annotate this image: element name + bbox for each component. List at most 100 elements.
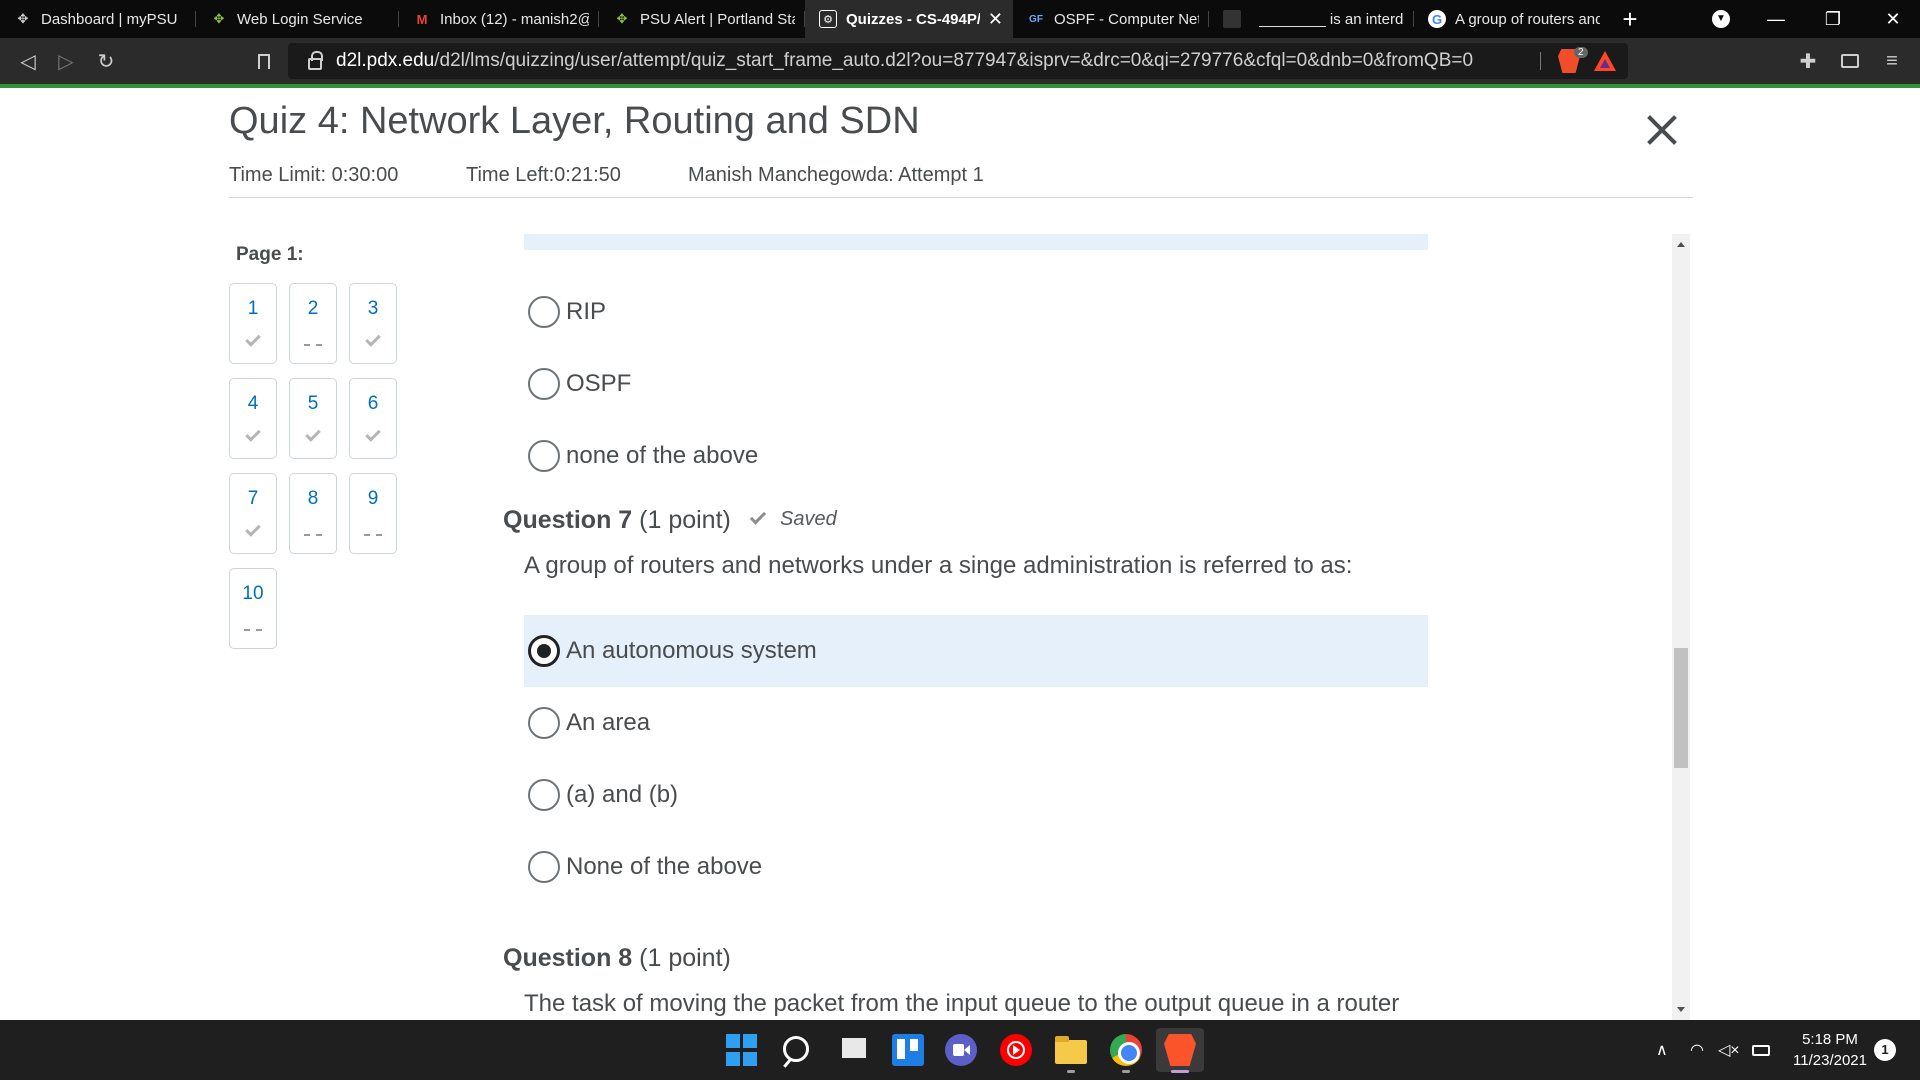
answered-check-icon: [365, 426, 381, 442]
q7-option-4[interactable]: None of the above: [524, 831, 1428, 903]
saved-status: Saved: [749, 508, 837, 531]
restore-icon[interactable]: ❐: [1806, 0, 1860, 38]
quiz-info-bar: Time Limit: 0:30:00 Time Left:0:21:50 Ma…: [229, 164, 1693, 198]
radio-button[interactable]: [528, 707, 560, 739]
psu-logo-icon: ✥: [213, 11, 225, 26]
wallet-icon[interactable]: [1832, 38, 1868, 84]
file-explorer-icon[interactable]: [1055, 1034, 1087, 1066]
lock-icon: [308, 51, 323, 70]
question-nav-1[interactable]: 1: [229, 283, 277, 364]
address-bar[interactable]: d2l.pdx.edu/d2l/lms/quizzing/user/attemp…: [288, 43, 1628, 79]
gmail-icon: M: [416, 11, 428, 27]
option-label: None of the above: [566, 853, 763, 880]
question-number: 2: [307, 298, 319, 319]
tab-quizzes[interactable]: ⚙ Quizzes - CS-494P/ ✕: [805, 0, 1013, 38]
vertical-scrollbar[interactable]: [1672, 234, 1690, 1020]
scroll-up-arrow-icon[interactable]: [1677, 242, 1685, 247]
option-label: none of the above: [566, 442, 759, 469]
option-label: An area: [566, 709, 651, 736]
question-nav-5[interactable]: 5: [289, 378, 337, 459]
tab-web-login-service[interactable]: ✥ Web Login Service: [196, 0, 399, 38]
tab-title: Web Login Service: [237, 10, 363, 28]
radio-button[interactable]: [528, 368, 560, 400]
site-icon: GF: [1029, 13, 1043, 25]
question-nav-4[interactable]: 4: [229, 378, 277, 459]
wifi-icon[interactable]: ◠: [1690, 1020, 1704, 1080]
radio-button[interactable]: [528, 440, 560, 472]
question-nav-9[interactable]: 9: [349, 473, 397, 554]
q6-option-3[interactable]: none of the above: [524, 420, 1428, 492]
question-nav-2[interactable]: 2: [289, 283, 337, 364]
reload-icon[interactable]: ↻: [88, 38, 124, 84]
tab-title: Inbox (12) - manish2@: [440, 10, 589, 28]
youtube-music-icon[interactable]: [1000, 1034, 1032, 1066]
question-nav-3[interactable]: 3: [349, 283, 397, 364]
brave-rewards-icon[interactable]: [1594, 51, 1616, 71]
menu-icon[interactable]: ≡: [1874, 38, 1910, 84]
teams-chat-icon[interactable]: [945, 1034, 977, 1066]
q7-option-2[interactable]: An area: [524, 687, 1428, 759]
radio-button[interactable]: [528, 851, 560, 883]
close-window-icon[interactable]: ✕: [1866, 0, 1920, 38]
trello-icon[interactable]: [892, 1034, 924, 1066]
tab-gmail-inbox[interactable]: M Inbox (12) - manish2@: [399, 0, 599, 38]
active-indicator: [1171, 1070, 1189, 1073]
scrollbar-thumb[interactable]: [1674, 648, 1688, 768]
q7-option-3[interactable]: (a) and (b): [524, 759, 1428, 831]
notification-badge[interactable]: 1: [1874, 1039, 1896, 1061]
clock-date: 11/23/2021: [1793, 1052, 1867, 1069]
question-nav-8[interactable]: 8: [289, 473, 337, 554]
system-clock[interactable]: 5:18 PM 11/23/2021: [1780, 1029, 1880, 1071]
battery-icon[interactable]: [1752, 1020, 1770, 1080]
unanswered-dash-icon: [244, 629, 262, 631]
new-tab-button[interactable]: +: [1610, 4, 1650, 35]
question-number: 5: [307, 393, 319, 414]
close-quiz-icon[interactable]: [1646, 114, 1678, 146]
q6-option-1[interactable]: RIP: [524, 276, 1428, 348]
q7-option-1[interactable]: An autonomous system: [524, 615, 1428, 687]
question-nav-6[interactable]: 6: [349, 378, 397, 459]
q6-option-2[interactable]: OSPF: [524, 348, 1428, 420]
show-hidden-icons-chevron-icon[interactable]: ∧: [1656, 1020, 1668, 1080]
radio-button[interactable]: [528, 779, 560, 811]
windows-taskbar: ∧ ◠ ◁× 5:18 PM 11/23/2021 1: [0, 1020, 1920, 1080]
unanswered-dash-icon: [304, 534, 322, 536]
radio-button[interactable]: [528, 296, 560, 328]
question-points: (1 point): [639, 944, 731, 972]
url-host: d2l.pdx.edu: [336, 50, 435, 71]
chrome-icon[interactable]: [1110, 1034, 1142, 1066]
search-icon[interactable]: [781, 1034, 813, 1066]
time-left: Time Left:0:21:50: [466, 164, 621, 186]
question-scroll-area[interactable]: RIP OSPF none of the above Question 7 (1…: [500, 234, 1690, 1020]
tab-psu-alert[interactable]: ✥ PSU Alert | Portland Sta: [599, 0, 805, 38]
bookmark-icon[interactable]: [246, 38, 282, 84]
windows-start-icon[interactable]: [726, 1034, 758, 1066]
tab-title: A group of routers and: [1455, 10, 1600, 28]
tab-title: ________ is an interdo: [1259, 10, 1404, 28]
question-nav-10[interactable]: 10: [229, 568, 277, 649]
d2l-icon: ⚙: [819, 10, 837, 28]
minimize-icon[interactable]: —: [1749, 0, 1803, 38]
saved-label: Saved: [780, 508, 837, 530]
answered-check-icon: [305, 426, 321, 442]
tab-ospf[interactable]: GF OSPF - Computer Netw: [1013, 0, 1209, 38]
tab-interdomain[interactable]: ________ is an interdo: [1245, 0, 1414, 38]
tab-google-search[interactable]: G A group of routers and: [1414, 0, 1610, 38]
radio-button-selected[interactable]: [528, 635, 560, 667]
volume-muted-icon[interactable]: ◁×: [1718, 1020, 1740, 1080]
browser-tab-bar: ✥ Dashboard | myPSU ✥ Web Login Service …: [0, 0, 1920, 38]
extensions-icon[interactable]: ✚: [1790, 38, 1826, 84]
tab-search-icon[interactable]: ▼: [1694, 0, 1748, 38]
back-icon[interactable]: ◁: [10, 38, 46, 84]
question-label: Question 8: [503, 944, 633, 972]
question-nav-7[interactable]: 7: [229, 473, 277, 554]
tab-dashboard-mypsu[interactable]: ✥ Dashboard | myPSU: [0, 0, 196, 38]
task-view-icon[interactable]: [838, 1034, 870, 1066]
close-tab-icon[interactable]: ✕: [988, 9, 1003, 30]
unanswered-dash-icon: [364, 534, 382, 536]
forward-icon[interactable]: ▷: [48, 38, 84, 84]
saved-check-icon: [749, 508, 767, 525]
scroll-down-arrow-icon[interactable]: [1677, 1007, 1685, 1012]
shields-count-badge: 2: [1574, 47, 1588, 58]
tab-pinned-site[interactable]: [1209, 0, 1245, 38]
